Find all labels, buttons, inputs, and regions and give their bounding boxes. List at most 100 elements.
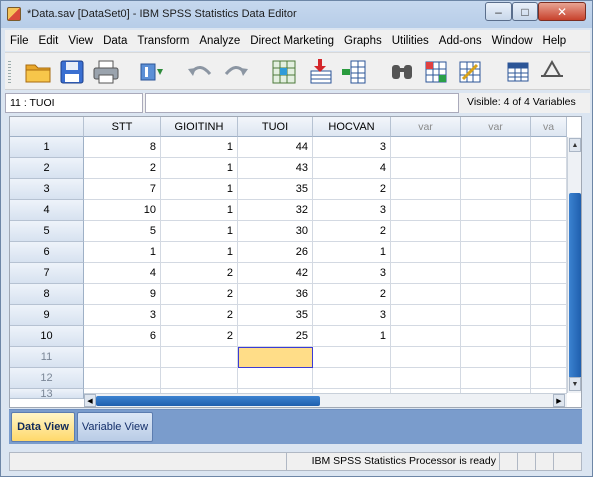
data-cell[interactable] — [461, 347, 531, 368]
data-cell[interactable]: 35 — [238, 305, 313, 326]
data-cell[interactable] — [161, 368, 238, 389]
vertical-scrollbar[interactable]: ▲ ▼ — [567, 137, 581, 393]
print-icon[interactable] — [91, 57, 121, 87]
data-cell[interactable]: 44 — [238, 137, 313, 158]
data-cell[interactable]: 2 — [161, 284, 238, 305]
row-header[interactable]: 12 — [10, 368, 84, 389]
data-cell[interactable]: 3 — [313, 200, 391, 221]
data-cell[interactable] — [531, 158, 567, 179]
data-cell[interactable] — [461, 326, 531, 347]
redo-icon[interactable] — [221, 57, 251, 87]
menu-data[interactable]: Data — [98, 35, 132, 47]
data-cell[interactable] — [531, 137, 567, 158]
select-cases-icon[interactable] — [503, 57, 533, 87]
data-cell[interactable]: 1 — [161, 137, 238, 158]
data-cell[interactable]: 9 — [84, 284, 161, 305]
row-header[interactable]: 11 — [10, 347, 84, 368]
save-icon[interactable] — [57, 57, 87, 87]
data-cell[interactable] — [313, 368, 391, 389]
data-cell[interactable] — [531, 179, 567, 200]
row-header[interactable]: 10 — [10, 326, 84, 347]
close-button[interactable]: ✕ — [538, 2, 586, 21]
dialog-recall-icon[interactable] — [137, 57, 167, 87]
column-header-gioitinh[interactable]: GIOITINH — [161, 117, 238, 137]
data-cell[interactable] — [461, 158, 531, 179]
insert-variable-icon[interactable] — [339, 57, 369, 87]
data-cell[interactable]: 36 — [238, 284, 313, 305]
data-cell[interactable] — [461, 179, 531, 200]
row-header[interactable]: 7 — [10, 263, 84, 284]
data-cell[interactable] — [391, 368, 461, 389]
data-cell[interactable] — [531, 368, 567, 389]
data-cell[interactable] — [531, 263, 567, 284]
data-cell[interactable]: 35 — [238, 179, 313, 200]
maximize-button[interactable]: □ — [512, 2, 538, 21]
tab-data-view[interactable]: Data View — [11, 412, 75, 442]
data-cell[interactable] — [461, 284, 531, 305]
data-cell[interactable] — [391, 137, 461, 158]
tab-variable-view[interactable]: Variable View — [77, 412, 153, 442]
data-cell[interactable]: 2 — [84, 158, 161, 179]
data-cell[interactable]: 2 — [313, 284, 391, 305]
data-cell[interactable]: 43 — [238, 158, 313, 179]
data-cell[interactable]: 7 — [84, 179, 161, 200]
data-cell[interactable]: 1 — [161, 242, 238, 263]
data-cell[interactable]: 26 — [238, 242, 313, 263]
data-cell[interactable] — [461, 263, 531, 284]
horizontal-scrollbar[interactable]: ◀ ▶ — [84, 393, 567, 407]
data-cell[interactable]: 1 — [313, 326, 391, 347]
row-header[interactable]: 9 — [10, 305, 84, 326]
scroll-down-button[interactable]: ▼ — [569, 377, 581, 391]
data-cell[interactable]: 3 — [84, 305, 161, 326]
minimize-button[interactable]: – — [485, 2, 512, 21]
data-cell[interactable]: 42 — [238, 263, 313, 284]
data-cell[interactable]: 1 — [161, 221, 238, 242]
data-cell[interactable] — [84, 368, 161, 389]
data-cell[interactable]: 1 — [161, 179, 238, 200]
row-header[interactable]: 8 — [10, 284, 84, 305]
data-cell[interactable] — [531, 305, 567, 326]
undo-icon[interactable] — [185, 57, 215, 87]
menu-view[interactable]: View — [63, 35, 98, 47]
column-header-var[interactable]: var — [461, 117, 531, 137]
data-cell[interactable]: 2 — [313, 179, 391, 200]
data-cell[interactable] — [391, 242, 461, 263]
menu-window[interactable]: Window — [487, 35, 538, 47]
data-cell[interactable]: 3 — [313, 263, 391, 284]
data-cell[interactable] — [238, 347, 313, 368]
data-cell[interactable] — [391, 284, 461, 305]
data-cell[interactable]: 1 — [84, 242, 161, 263]
insert-cases-icon[interactable] — [305, 57, 335, 87]
data-cell[interactable] — [391, 347, 461, 368]
data-cell[interactable] — [391, 179, 461, 200]
spss-app-icon[interactable] — [7, 7, 21, 21]
menu-edit[interactable]: Edit — [34, 35, 64, 47]
scroll-up-button[interactable]: ▲ — [569, 138, 581, 152]
data-cell[interactable] — [531, 326, 567, 347]
cell-value-input[interactable] — [145, 93, 459, 113]
data-cell[interactable] — [391, 263, 461, 284]
data-cell[interactable]: 8 — [84, 137, 161, 158]
data-cell[interactable] — [391, 221, 461, 242]
data-cell[interactable]: 1 — [161, 200, 238, 221]
data-cell[interactable]: 1 — [161, 158, 238, 179]
menu-graphs[interactable]: Graphs — [339, 35, 387, 47]
data-cell[interactable]: 5 — [84, 221, 161, 242]
column-header-var[interactable]: va — [531, 117, 567, 137]
column-header-tuoi[interactable]: TUOI — [238, 117, 313, 137]
data-cell[interactable] — [313, 347, 391, 368]
data-cell[interactable] — [391, 326, 461, 347]
data-cell[interactable] — [84, 347, 161, 368]
data-cell[interactable] — [391, 200, 461, 221]
data-cell[interactable] — [391, 158, 461, 179]
data-cell[interactable] — [461, 305, 531, 326]
data-cell[interactable] — [531, 242, 567, 263]
data-cell[interactable]: 2 — [161, 326, 238, 347]
row-header[interactable]: 5 — [10, 221, 84, 242]
row-header[interactable]: 13 — [10, 388, 84, 400]
data-cell[interactable] — [461, 200, 531, 221]
row-header[interactable]: 4 — [10, 200, 84, 221]
data-cell[interactable] — [461, 221, 531, 242]
data-cell[interactable] — [461, 368, 531, 389]
scroll-left-button[interactable]: ◀ — [84, 394, 96, 407]
